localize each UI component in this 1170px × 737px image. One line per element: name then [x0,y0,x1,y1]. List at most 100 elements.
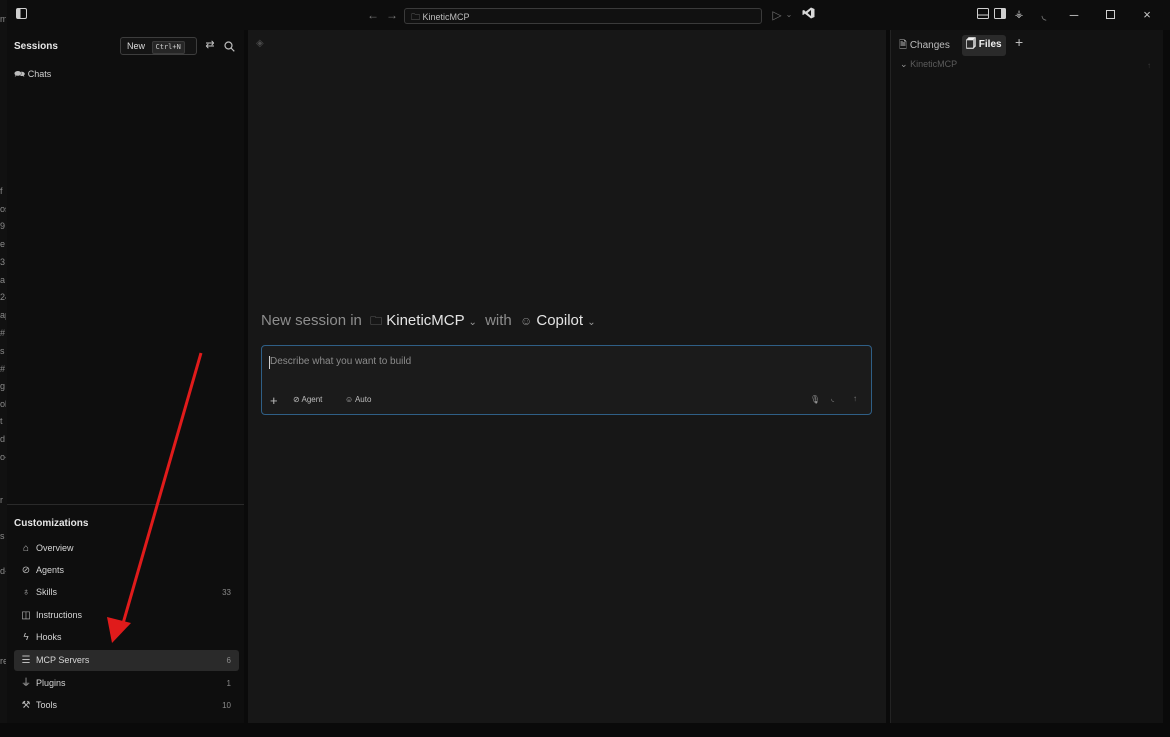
close-icon[interactable]: × [1139,0,1155,30]
tab-files[interactable]: 🗍 Files [962,35,1006,56]
customization-item-skills[interactable]: ♁ Skills 33 [14,582,239,603]
lightbulb-icon: ♁ [22,587,30,598]
run-icon[interactable]: ▷ [770,0,784,30]
microphone-icon[interactable]: 🎙 [810,395,820,404]
edge-fragment: s [0,531,5,541]
agent-icon: ⊘ [21,565,31,576]
heading-prefix: New session in [261,312,362,329]
broadcast-icon[interactable]: ⚶ [1011,0,1027,30]
edge-fragment: # [0,328,6,338]
scroll-indicator: ↑ [1147,61,1151,70]
back-arrow-icon[interactable]: ← [365,0,381,30]
file-tree-root-label: KineticMCP [910,59,958,69]
with-label: with [485,312,512,329]
customization-item-plugins[interactable]: ⏚ Plugins 1 [14,673,239,694]
customization-item-mcp-servers[interactable]: ☰ MCP Servers 6 [14,650,239,671]
toggle-secondary-sidebar-icon[interactable] [992,0,1008,30]
model-label: Auto [354,395,372,404]
tab-files-label: Files [978,39,1002,50]
edge-fragment: r [0,495,3,505]
file-tree-root[interactable]: ⌄ KineticMCP [900,59,957,70]
customization-label: Instructions [36,610,83,620]
customization-item-instructions[interactable]: ◫ Instructions [14,605,239,626]
forward-arrow-icon[interactable]: → [384,0,400,30]
tools-icon: ⚒ [21,700,31,711]
copilot-icon: ☺ [519,314,533,328]
toggle-panel-icon[interactable] [975,0,991,30]
run-chevron-icon[interactable]: ⌄ [784,0,794,30]
chat-bubble-icon: 🗪 [14,69,26,79]
customization-label: Agents [36,565,65,575]
files-icon: 🗍 [966,39,976,50]
new-session-button[interactable]: New Ctrl+N [120,37,197,55]
customization-label: Hooks [36,632,62,642]
edge-fragment: ol [0,399,6,409]
chat-input-placeholder[interactable]: Describe what you want to build [270,356,411,367]
customization-label: Skills [36,587,58,597]
workspace-picker[interactable]: 🗀 KineticMCP ⌄ [370,312,481,329]
customization-count: 1 [226,679,231,688]
new-session-label: New [127,41,146,51]
hook-icon: ϟ [23,632,29,643]
customization-count: 6 [226,656,231,665]
vscode-logo-icon[interactable] [799,0,817,30]
customization-count: 33 [222,588,231,597]
home-icon: ⌂ [22,543,30,554]
server-icon: ☰ [21,655,31,666]
chevron-down-icon: ⌄ [900,59,908,69]
provider-picker[interactable]: ☺ Copilot ⌄ [520,312,596,329]
customization-item-hooks[interactable]: ϟ Hooks [14,627,239,648]
customization-item-overview[interactable]: ⌂ Overview [14,538,239,559]
edge-fragment: 24 [0,292,6,302]
customization-count: 10 [222,701,231,710]
workspace-name: KineticMCP [386,312,465,329]
chats-label: Chats [27,69,52,79]
tab-changes[interactable]: 🗎 Changes [899,38,950,55]
filter-icon[interactable]: ⇄ [203,33,217,57]
edge-fragment: d- [0,566,6,576]
folder-icon: 🗀 [411,12,421,22]
edge-fragment: t [0,416,3,426]
agent-mode-picker[interactable]: ⊘ Agent [293,395,322,404]
maximize-icon[interactable] [1102,0,1118,30]
edge-fragment: m [0,14,6,24]
workspace-path: KineticMCP [422,12,470,22]
loading-icon: ◟ [831,394,835,403]
send-arrow-icon[interactable]: ↑ [853,394,857,403]
edge-fragment: 9 [0,221,6,231]
search-icon[interactable] [224,39,235,57]
add-tab-icon[interactable]: + [1015,34,1023,50]
edge-fragment: os [0,204,6,214]
copilot-icon: ☺ [345,395,354,404]
command-center-search[interactable]: 🗀 KineticMCP [404,8,762,24]
tab-changes-label: Changes [909,40,950,51]
customization-label: Tools [36,700,58,710]
edge-fragment: g [0,381,6,391]
chevron-down-icon: ⌄ [468,317,477,328]
desktop-edge-strip: m f os 9 e 3 a 24 ap # s # g ol t d o- r… [0,0,7,737]
edge-fragment: e [0,239,6,249]
agent-mode-label: Agent [301,395,323,404]
sessions-title: Sessions [14,41,58,52]
folder-icon: 🗀 [370,314,383,328]
diff-icon: 🗎 [899,40,908,51]
chats-group-header[interactable]: 🗪 Chats [14,67,51,83]
edge-fragment: # [0,364,6,374]
minimize-icon[interactable]: ─ [1066,0,1082,30]
new-session-heading: New session in 🗀 KineticMCP ⌄ with ☺ Cop… [261,312,596,333]
customizations-title: Customizations [14,518,89,529]
toggle-sidebar-icon[interactable] [12,0,30,30]
edge-fragment: ap [0,310,6,320]
window-bottom-edge [0,723,1170,737]
customization-label: Overview [36,543,74,553]
model-picker[interactable]: ☺ Auto [345,395,371,404]
edge-fragment: d [0,434,6,444]
add-context-icon[interactable]: + [270,393,278,408]
edge-fragment: o- [0,452,6,462]
customization-item-agents[interactable]: ⊘ Agents [14,560,239,581]
files-panel [890,30,1163,723]
chevron-down-icon: ⌄ [587,317,596,328]
customization-item-tools[interactable]: ⚒ Tools 10 [14,695,239,716]
plug-icon: ⏚ [21,678,31,689]
edge-fragment: re [0,656,6,666]
